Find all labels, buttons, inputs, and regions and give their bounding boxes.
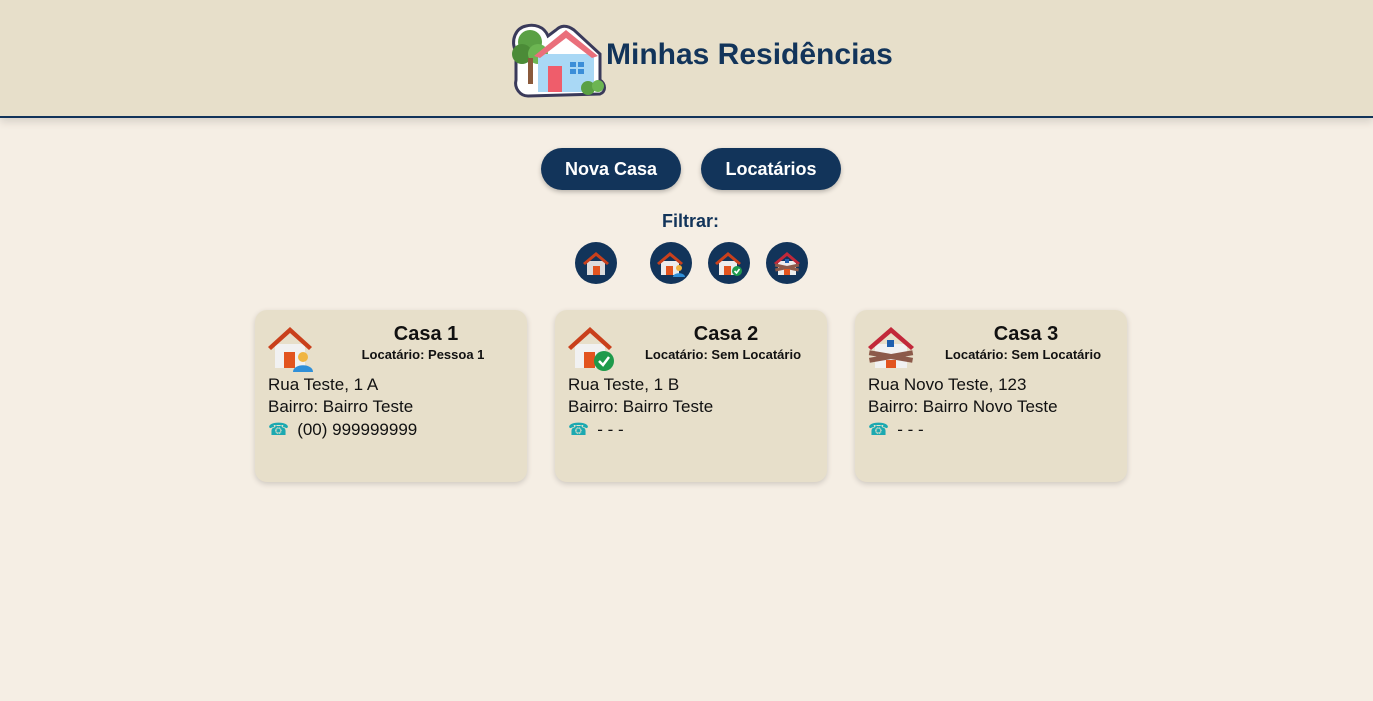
phone-icon: ☎ (568, 420, 590, 439)
filter-rented-button[interactable] (650, 242, 692, 284)
card-title: Casa 2 (693, 323, 759, 345)
card-title: Casa 1 (393, 323, 459, 345)
card-phone-row: ☎ - - - (868, 420, 924, 440)
card-neighborhood: Bairro: Bairro Teste (268, 397, 414, 416)
app-title: Minhas Residências (606, 38, 893, 71)
card-street: Rua Teste, 1 B (568, 375, 680, 394)
house-card[interactable]: Casa 1 Locatário: Pessoa 1 Rua Teste, 1 … (255, 310, 527, 482)
phone-icon: ☎ (268, 420, 290, 439)
phone-icon: ☎ (868, 420, 890, 439)
new-house-button[interactable]: Nova Casa (541, 148, 681, 190)
house-all-icon (583, 252, 609, 275)
tenants-button[interactable]: Locatários (701, 148, 841, 190)
card-street: Rua Teste, 1 A (268, 375, 379, 394)
card-phone: - - - (897, 420, 924, 439)
card-neighborhood: Bairro: Bairro Teste (568, 397, 714, 416)
house-tree-logo-icon (512, 23, 606, 98)
house-card[interactable]: Casa 3 Locatário: Sem Locatário Rua Novo… (855, 310, 1127, 482)
card-tenant: Locatário: Pessoa 1 (361, 347, 485, 362)
app-header: Minhas Residências (0, 0, 1373, 118)
card-street: Rua Novo Teste, 123 (868, 375, 1027, 394)
card-title: Casa 3 (993, 323, 1059, 345)
filter-all-button[interactable] (575, 242, 617, 284)
house-closed-icon (868, 327, 914, 368)
filter-closed-button[interactable] (766, 242, 808, 284)
card-phone-row: ☎ - - - (568, 420, 624, 440)
house-closed-icon (774, 252, 800, 275)
house-available-icon (715, 252, 742, 276)
card-phone: (00) 999999999 (297, 420, 418, 439)
house-rented-icon (268, 327, 313, 372)
house-card[interactable]: Casa 2 Locatário: Sem Locatário Rua Test… (555, 310, 827, 482)
card-tenant: Locatário: Sem Locatário (944, 347, 1102, 362)
card-phone-row: ☎ (00) 999999999 (268, 420, 417, 440)
house-rented-icon (657, 252, 685, 277)
house-available-icon (568, 327, 614, 371)
card-phone: - - - (597, 420, 624, 439)
filter-available-button[interactable] (708, 242, 750, 284)
filter-label: Filtrar: (661, 211, 719, 231)
card-tenant: Locatário: Sem Locatário (644, 347, 802, 362)
card-neighborhood: Bairro: Bairro Novo Teste (868, 397, 1058, 416)
